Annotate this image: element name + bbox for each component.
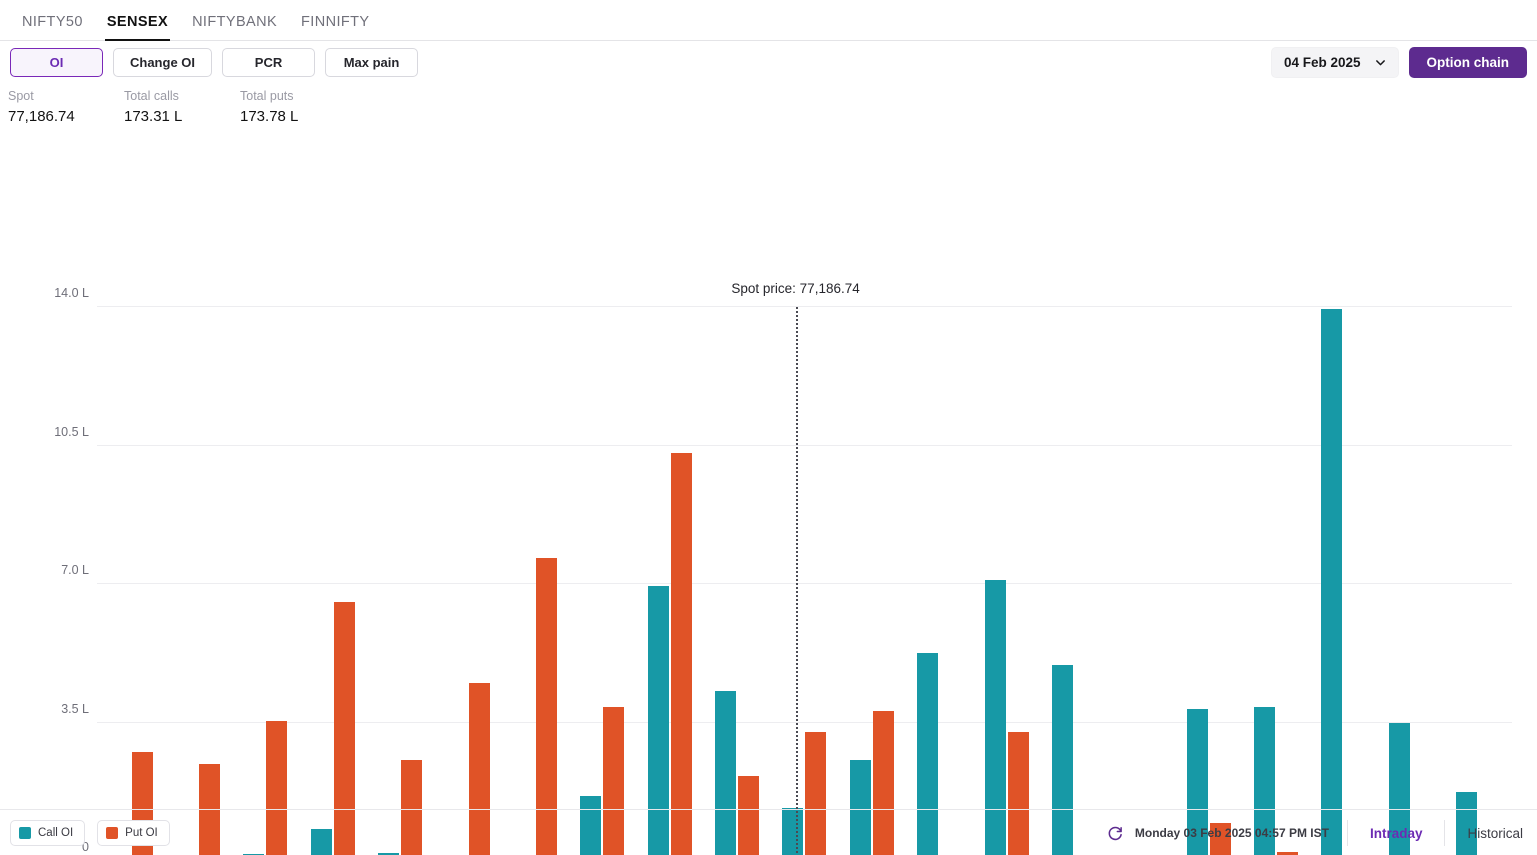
bar-group[interactable]: 76,400 — [232, 307, 299, 855]
put-oi-bar[interactable] — [670, 453, 692, 855]
y-axis-tick-label: 10.5 L — [54, 424, 89, 439]
spot-price-line — [795, 307, 798, 855]
bar-layer: 76,20076,30076,40076,50076,60076,70076,8… — [97, 307, 1512, 855]
bar-group[interactable]: 77,500 — [973, 307, 1040, 855]
index-tab-bar: NIFTY50 SENSEX NIFTYBANK FINNIFTY — [0, 0, 1537, 41]
footer-right-group: Monday 03 Feb 2025 04:57 PM IST Intraday… — [1107, 810, 1527, 855]
metric-button-oi[interactable]: OI — [10, 47, 103, 77]
chart-legend: Call OI Put OI — [10, 819, 170, 846]
range-tab-historical[interactable]: Historical — [1463, 826, 1527, 841]
stat-total-calls: Total calls 173.31 L — [124, 87, 240, 135]
bar-group[interactable]: 77,900 — [1242, 307, 1309, 855]
index-tab-niftybank[interactable]: NIFTYBANK — [180, 14, 289, 40]
legend-item-put-oi[interactable]: Put OI — [97, 819, 170, 846]
chevron-down-icon — [1375, 59, 1385, 65]
bar-group[interactable]: 78,200 — [1445, 307, 1512, 855]
last-updated-timestamp: Monday 03 Feb 2025 04:57 PM IST — [1134, 826, 1329, 840]
bar-group[interactable]: 77,600 — [1040, 307, 1107, 855]
legend-label-call-oi: Call OI — [38, 826, 74, 839]
bar-group[interactable]: 76,700 — [434, 307, 501, 855]
summary-stats: Spot 77,186.74 Total calls 173.31 L Tota… — [0, 83, 1537, 135]
bar-group[interactable]: 77,300 — [838, 307, 905, 855]
stat-spot: Spot 77,186.74 — [8, 87, 124, 135]
index-tab-sensex[interactable]: SENSEX — [95, 14, 180, 41]
bar-group[interactable]: 77,400 — [906, 307, 973, 855]
y-axis-tick-label: 7.0 L — [61, 563, 89, 577]
bar-group[interactable]: 77,000 — [636, 307, 703, 855]
toolbar-right-group: 04 Feb 2025 Option chain — [1270, 41, 1527, 83]
metric-toolbar: OI Change OI PCR Max pain 04 Feb 2025 Op… — [0, 41, 1537, 83]
range-tab-intraday[interactable]: Intraday — [1366, 826, 1427, 841]
stat-total-puts-label: Total puts — [240, 89, 294, 103]
bar-group[interactable]: 76,300 — [164, 307, 231, 855]
bar-group[interactable]: 76,900 — [569, 307, 636, 855]
y-axis-tick-label: 3.5 L — [61, 701, 89, 716]
stat-spot-value: 77,186.74 — [8, 108, 75, 125]
stat-spot-label: Spot — [8, 89, 34, 103]
chart-footer: Call OI Put OI Monday 03 Feb 2025 04:57 … — [0, 809, 1537, 855]
legend-swatch-call-oi — [19, 826, 31, 839]
footer-divider-2 — [1444, 820, 1446, 846]
oi-bar-chart: 03.5 L7.0 L10.5 L14.0 L 76,20076,30076,4… — [54, 281, 1512, 855]
bar-group[interactable]: 78,100 — [1377, 307, 1444, 855]
bar-group[interactable]: 77,800 — [1175, 307, 1242, 855]
metric-button-pcr[interactable]: PCR — [222, 47, 316, 77]
bar-group[interactable]: 76,600 — [367, 307, 434, 855]
stat-total-puts: Total puts 173.78 L — [240, 87, 356, 135]
stat-total-calls-value: 173.31 L — [124, 108, 183, 125]
footer-divider — [1346, 820, 1348, 846]
option-oi-page: NIFTY50 SENSEX NIFTYBANK FINNIFTY OI Cha… — [0, 0, 1537, 855]
bar-group[interactable]: 76,800 — [501, 307, 568, 855]
bar-group[interactable]: 76,200 — [97, 307, 164, 855]
bar-group[interactable]: 76,500 — [299, 307, 366, 855]
expiry-date-select[interactable]: 04 Feb 2025 — [1270, 46, 1399, 78]
metric-button-max-pain[interactable]: Max pain — [325, 47, 419, 77]
metric-button-change-oi[interactable]: Change OI — [113, 47, 213, 77]
index-tab-nifty50[interactable]: NIFTY50 — [10, 14, 95, 40]
call-oi-bar[interactable] — [1321, 308, 1343, 855]
option-chain-button[interactable]: Option chain — [1408, 46, 1527, 78]
legend-label-put-oi: Put OI — [125, 826, 158, 839]
chart-area: 03.5 L7.0 L10.5 L14.0 L 76,20076,30076,4… — [0, 135, 1537, 855]
legend-swatch-put-oi — [106, 826, 119, 839]
expiry-date-value: 04 Feb 2025 — [1283, 54, 1361, 70]
bar-group[interactable]: 77,700 — [1108, 307, 1175, 855]
index-tab-finnifty[interactable]: FINNIFTY — [289, 14, 381, 40]
stat-total-puts-value: 173.78 L — [240, 108, 299, 125]
stat-total-calls-label: Total calls — [124, 89, 179, 103]
y-axis-tick-label: 14.0 L — [54, 286, 89, 300]
legend-item-call-oi[interactable]: Call OI — [10, 819, 86, 846]
refresh-icon[interactable] — [1107, 825, 1124, 842]
bar-group[interactable]: 77,100 — [703, 307, 770, 855]
bar-group[interactable]: 78,000 — [1310, 307, 1377, 855]
spot-price-label: Spot price: 77,186.74 — [731, 281, 860, 296]
bar-group[interactable]: 77,200 — [771, 307, 838, 855]
